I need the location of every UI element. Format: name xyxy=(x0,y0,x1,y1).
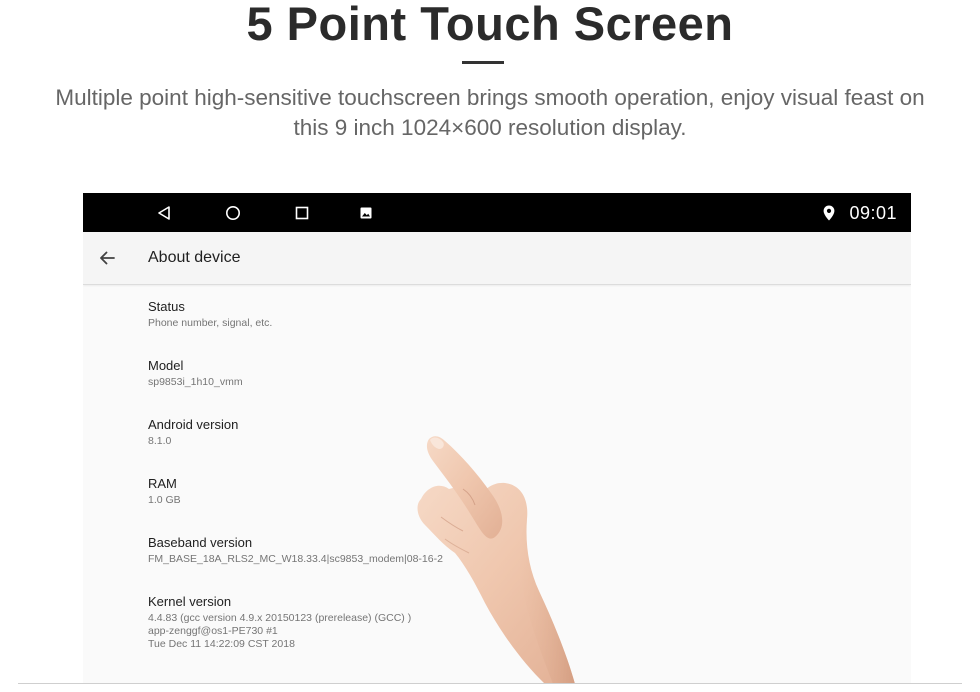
app-bar: About device xyxy=(83,232,911,285)
clock: 09:01 xyxy=(849,203,897,223)
setting-label: RAM xyxy=(148,476,177,491)
setting-summary: 4.4.83 (gcc version 4.9.x 20150123 (prer… xyxy=(148,612,412,624)
setting-item-android-version[interactable]: Android version 8.1.0 xyxy=(148,417,238,448)
page-title: About device xyxy=(148,249,241,266)
home-icon[interactable] xyxy=(222,193,244,232)
setting-summary: FM_BASE_18A_RLS2_MC_W18.33.4|sc9853_mode… xyxy=(148,553,443,565)
setting-summary: Tue Dec 11 14:22:09 CST 2018 xyxy=(148,638,295,650)
setting-label: Status xyxy=(148,299,185,314)
setting-label: Baseband version xyxy=(148,535,253,550)
screenshot-icon[interactable] xyxy=(355,193,377,232)
setting-summary: sp9853i_1h10_vmm xyxy=(148,376,243,388)
subheadline-line-1: Multiple point high-sensitive touchscree… xyxy=(55,85,925,110)
headline-divider xyxy=(462,61,504,64)
location-pin-icon xyxy=(820,193,838,232)
device-screen: 09:01 About device Status Phone number, … xyxy=(83,193,911,684)
setting-label: Kernel version xyxy=(148,594,232,609)
setting-label: Model xyxy=(148,358,184,373)
bottom-divider xyxy=(18,683,962,684)
status-bar: 09:01 xyxy=(83,193,911,232)
setting-item-status[interactable]: Status Phone number, signal, etc. xyxy=(148,299,272,330)
setting-summary: Phone number, signal, etc. xyxy=(148,317,273,329)
subheadline: Multiple point high-sensitive touchscree… xyxy=(30,83,950,143)
arrow-left-icon[interactable] xyxy=(95,246,119,270)
setting-item-kernel-version[interactable]: Kernel version 4.4.83 (gcc version 4.9.x… xyxy=(148,594,411,651)
setting-summary: 8.1.0 xyxy=(148,435,172,447)
setting-item-ram[interactable]: RAM 1.0 GB xyxy=(148,476,181,507)
recents-icon[interactable] xyxy=(291,193,313,232)
subheadline-line-2: this 9 inch 1024×600 resolution display. xyxy=(293,115,687,140)
setting-summary: 1.0 GB xyxy=(148,494,181,506)
setting-label: Android version xyxy=(148,417,239,432)
headline: 5 Point Touch Screen xyxy=(246,0,734,50)
setting-summary: app-zenggf@os1-PE730 #1 xyxy=(148,625,278,637)
back-icon[interactable] xyxy=(153,193,175,232)
setting-item-model[interactable]: Model sp9853i_1h10_vmm xyxy=(148,358,243,389)
product-page: 5 Point Touch Screen Multiple point high… xyxy=(0,0,980,692)
setting-item-baseband-version[interactable]: Baseband version FM_BASE_18A_RLS2_MC_W18… xyxy=(148,535,443,566)
